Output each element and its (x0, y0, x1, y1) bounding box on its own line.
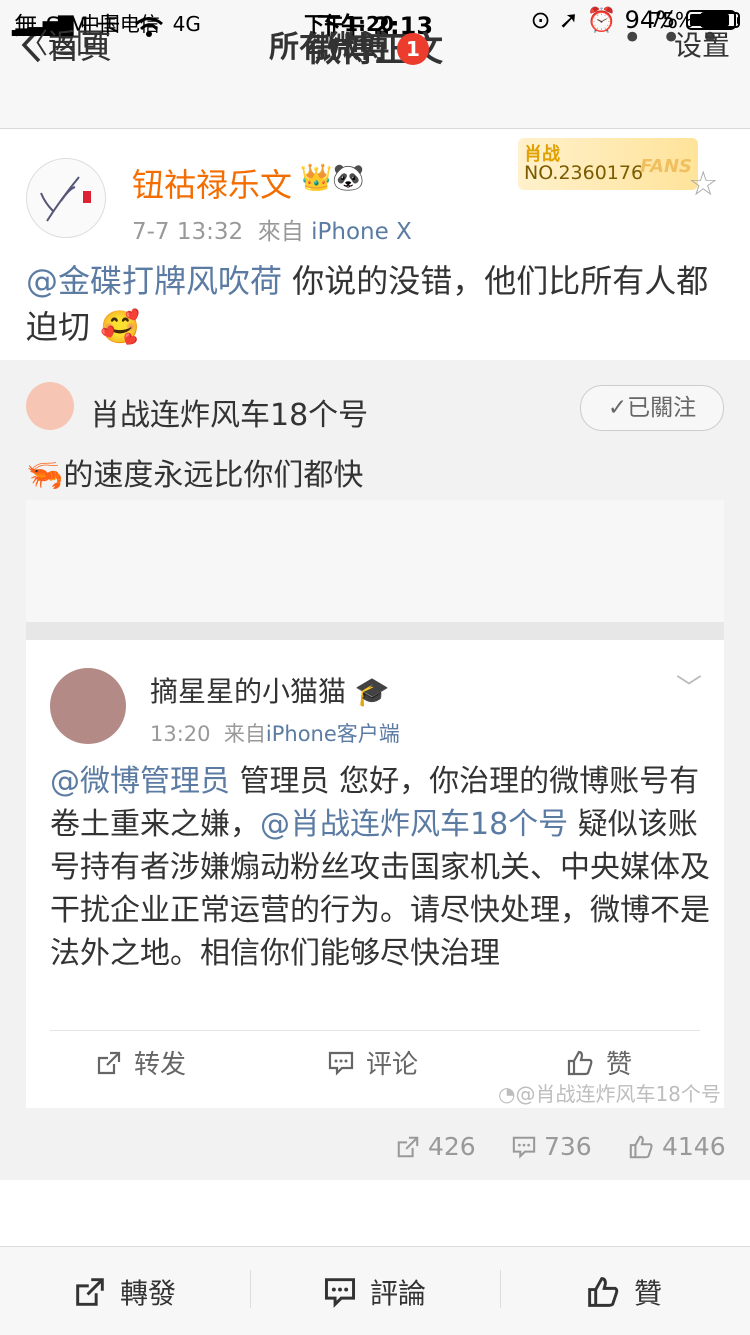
embedded-comment-label: 评论 (366, 1050, 419, 1080)
embedded-mention-1: @微博管理员 (50, 764, 230, 799)
repost-author[interactable]: 肖战连炸风车18个号 (90, 390, 368, 434)
embedded-repost-action: 转发 (96, 1044, 186, 1081)
embedded-post-text: @微博管理员 管理员 您好，你治理的微博账号有卷土重来之嫌，@肖战连炸风车18个… (50, 760, 710, 975)
share-icon (76, 1278, 104, 1306)
post-text: @金碟打牌风吹荷 你说的没错，他们比所有人都迫切 🥰 (26, 258, 726, 350)
embedded-source: iPhone客户端 (265, 722, 400, 746)
embedded-divider (50, 1030, 700, 1031)
embedded-post-time: 13:20 (150, 722, 211, 746)
embedded-title-label: 所有微博 (269, 30, 389, 65)
weibo-logo-icon: ◔ (498, 1082, 516, 1106)
star-icon[interactable]: ☆ (688, 164, 718, 204)
embedded-avatar (50, 668, 126, 744)
like-count-value: 4146 (662, 1132, 726, 1161)
bamboo-painting-icon (40, 176, 91, 222)
fans-badge[interactable]: 肖战 NO.2360176 FANS (518, 138, 698, 190)
comment-button[interactable]: 評論 (324, 1272, 426, 1312)
embedded-source-prefix: 来自 (223, 722, 266, 746)
embedded-like-label: 赞 (606, 1050, 633, 1080)
embedded-author: 摘星星的小猫猫 🎓 (150, 670, 390, 710)
post-author[interactable]: 钮祜禄乐文 (132, 160, 292, 206)
repost-button-label: 轉發 (120, 1277, 177, 1310)
comment-icon (328, 1051, 354, 1076)
repost-count-value: 426 (428, 1132, 476, 1161)
post-time: 7-7 13:32 (132, 219, 244, 245)
follow-label: 已關注 (627, 395, 697, 421)
like-button-label: 贊 (634, 1277, 663, 1310)
embedded-status-bar (26, 500, 724, 540)
repost-text: 🦐的速度永远比你们都快 (26, 450, 363, 494)
user-badges: 👑🐼 (300, 163, 365, 193)
avatar[interactable] (26, 158, 106, 238)
check-icon: ✓ (607, 395, 628, 421)
post-source[interactable]: iPhone X (311, 219, 412, 245)
thumbs-up-icon (567, 1050, 593, 1075)
watermark: ◔@肖战连炸风车18个号 (498, 1078, 721, 1107)
repost-avatar[interactable] (26, 382, 74, 430)
fans-badge-number: NO.2360176 (524, 162, 644, 184)
chevron-down-icon: ﹀ (676, 674, 703, 704)
panda-icon: 🐼 (332, 163, 365, 193)
embedded-repost-label: 转发 (134, 1050, 187, 1080)
embedded-nav-bar (26, 540, 724, 622)
like-button[interactable]: 贊 (586, 1272, 662, 1312)
watermark-label: @肖战连炸风车18个号 (515, 1082, 721, 1106)
shrimp-emoji-icon: 🦐 (26, 458, 64, 493)
smiling-face-emoji-icon: 🥰 (100, 308, 141, 346)
mention-link[interactable]: @金碟打牌风吹荷 (26, 262, 282, 300)
separator (500, 1270, 501, 1308)
fans-badge-word: FANS (640, 156, 692, 177)
embedded-title: 所有微博 1 (0, 22, 698, 66)
divider (26, 622, 724, 640)
embedded-settings: 设置 (673, 29, 730, 62)
embedded-author-label: 摘星星的小猫猫 (150, 675, 347, 708)
comment-icon (512, 1136, 536, 1159)
separator (250, 1270, 251, 1308)
source-prefix: 來自 (257, 219, 304, 245)
thumbs-up-icon (588, 1277, 619, 1307)
thumbs-up-icon (629, 1135, 653, 1158)
follow-button[interactable]: ✓已關注 (580, 385, 724, 431)
share-icon (397, 1136, 419, 1157)
share-icon (97, 1051, 121, 1074)
comment-count[interactable]: 736 (512, 1132, 592, 1161)
embedded-comment-action: 评论 (328, 1044, 418, 1081)
like-count[interactable]: 4146 (628, 1132, 726, 1161)
repost-body: 的速度永远比你们都快 (63, 458, 364, 493)
embedded-mention-2: @肖战连炸风车18个号 (260, 807, 569, 842)
comment-count-value: 736 (544, 1132, 592, 1161)
crown-icon: 👑 (300, 163, 333, 193)
repost-count[interactable]: 426 (396, 1132, 476, 1161)
comment-button-label: 評論 (370, 1277, 427, 1310)
graduation-cap-icon: 🎓 (354, 675, 390, 708)
post-meta: 7-7 13:32 來自 iPhone X (132, 212, 412, 246)
notification-badge: 1 (397, 32, 429, 65)
comment-icon (324, 1278, 356, 1308)
embedded-meta: 13:20 来自iPhone客户端 (150, 718, 400, 748)
embedded-like-action: 赞 (566, 1044, 632, 1081)
repost-button[interactable]: 轉發 (74, 1272, 176, 1312)
